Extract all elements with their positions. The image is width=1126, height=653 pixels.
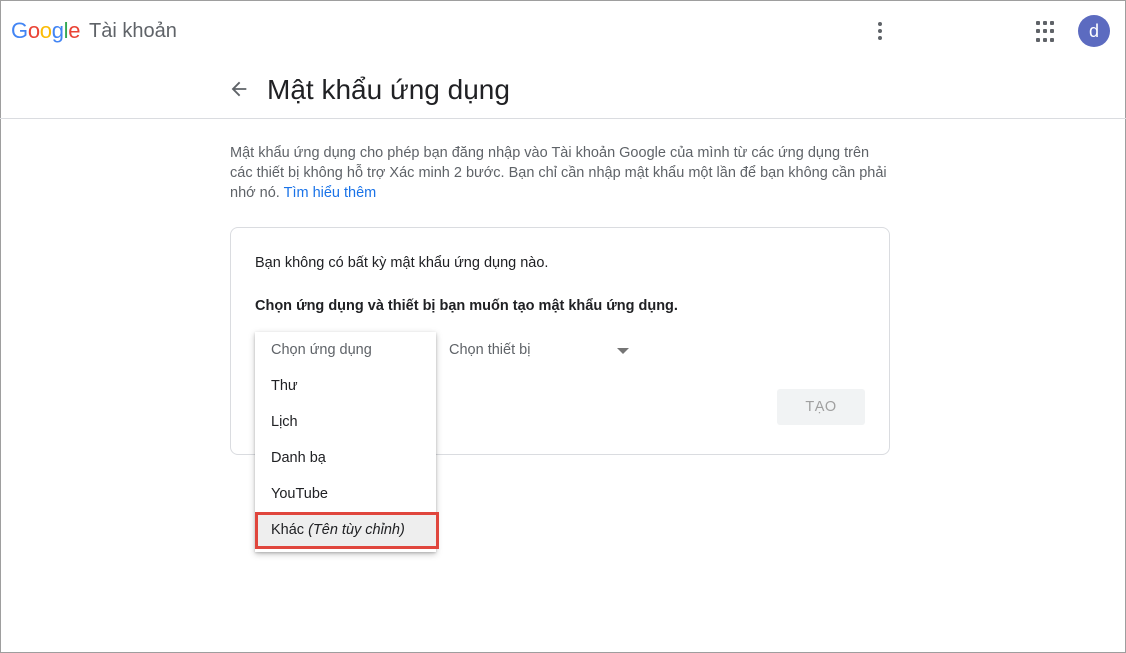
device-select[interactable]: Chọn thiết bị bbox=[449, 338, 635, 364]
menu-item-contacts[interactable]: Danh bạ bbox=[255, 440, 436, 476]
caret-down-icon bbox=[617, 348, 629, 354]
menu-item-other-hint: (Tên tùy chỉnh) bbox=[308, 522, 405, 538]
create-button[interactable]: TẠO bbox=[777, 389, 865, 425]
apps-grid-icon[interactable] bbox=[1036, 21, 1058, 43]
device-select-label: Chọn thiết bị bbox=[449, 342, 531, 358]
logo-letter: o bbox=[27, 18, 40, 43]
menu-item-other-label: Khác bbox=[271, 522, 305, 538]
logo-letter: g bbox=[51, 18, 64, 43]
menu-item-mail[interactable]: Thư bbox=[255, 368, 436, 404]
no-passwords-message: Bạn không có bất kỳ mật khẩu ứng dụng nà… bbox=[255, 255, 549, 271]
top-bar: Google Tài khoản d bbox=[0, 0, 1126, 62]
logo-letter: o bbox=[39, 18, 52, 43]
logo-letter: G bbox=[11, 18, 28, 43]
more-vert-icon[interactable] bbox=[868, 18, 892, 44]
logo-letter: e bbox=[68, 18, 81, 43]
choose-label: Chọn ứng dụng và thiết bị bạn muốn tạo m… bbox=[255, 298, 678, 314]
product-name[interactable]: Tài khoản bbox=[89, 20, 177, 43]
google-logo[interactable]: Google bbox=[11, 18, 80, 44]
menu-item-placeholder[interactable]: Chọn ứng dụng bbox=[255, 332, 436, 368]
menu-item-other[interactable]: Khác (Tên tùy chỉnh) bbox=[255, 512, 436, 548]
avatar[interactable]: d bbox=[1078, 15, 1110, 47]
page-description: Mật khẩu ứng dụng cho phép bạn đăng nhập… bbox=[230, 143, 890, 203]
learn-more-link[interactable]: Tìm hiểu thêm bbox=[284, 185, 377, 201]
app-select-menu: Chọn ứng dụng Thư Lịch Danh bạ YouTube K… bbox=[255, 332, 436, 552]
page-header: Mật khẩu ứng dụng bbox=[0, 62, 1126, 119]
menu-item-calendar[interactable]: Lịch bbox=[255, 404, 436, 440]
page-title: Mật khẩu ứng dụng bbox=[267, 74, 510, 105]
arrow-back-icon[interactable] bbox=[228, 78, 250, 100]
menu-item-youtube[interactable]: YouTube bbox=[255, 476, 436, 512]
